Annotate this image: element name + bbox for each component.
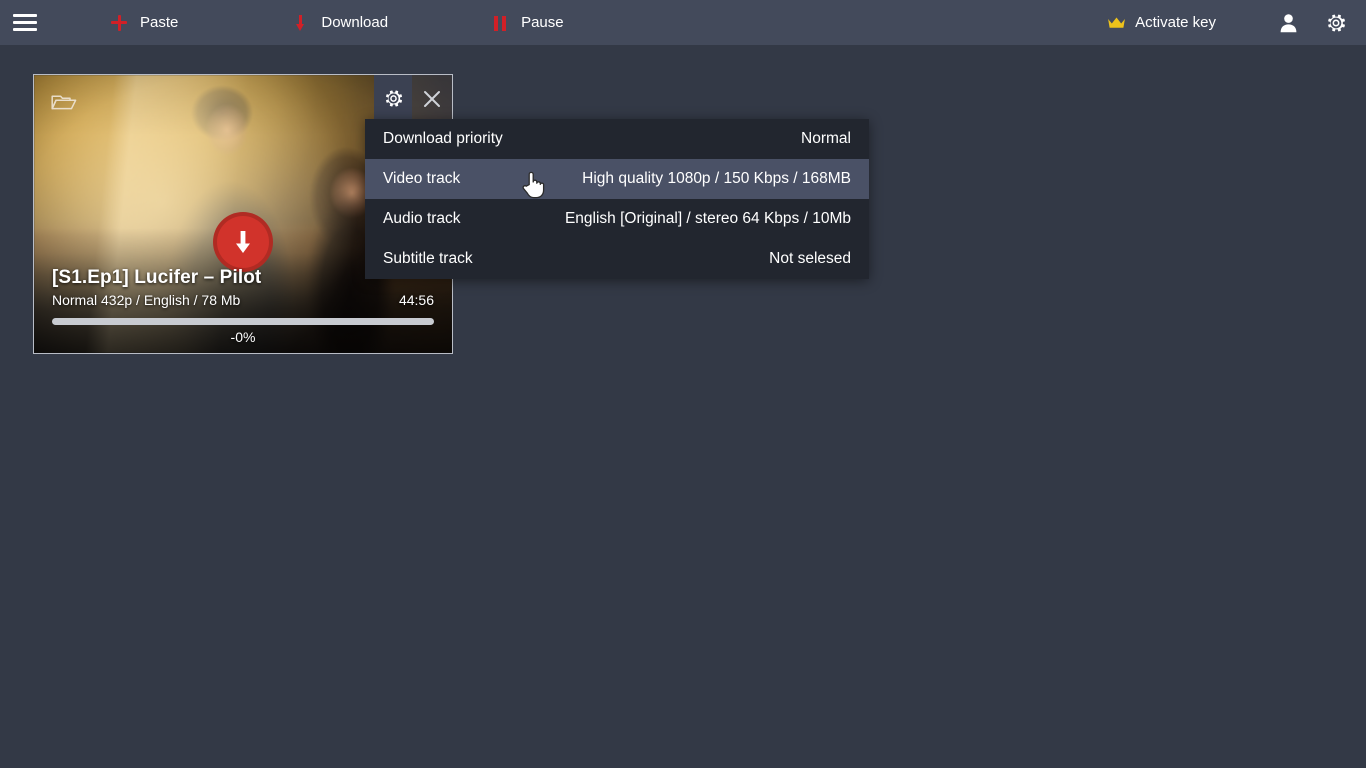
download-arrow-icon [236, 231, 250, 253]
plus-icon [109, 13, 129, 33]
menu-item-label: Download priority [383, 130, 503, 147]
account-button[interactable] [1264, 0, 1312, 45]
card-settings-button[interactable] [374, 75, 412, 122]
hamburger-menu-icon[interactable] [13, 14, 37, 31]
paste-button[interactable]: Paste [95, 0, 192, 45]
card-close-button[interactable] [412, 75, 452, 122]
video-meta-row: Normal 432p / English / 78 Mb 44:56 [52, 292, 434, 308]
settings-button[interactable] [1312, 0, 1360, 45]
download-progress-bar[interactable] [52, 318, 434, 325]
pause-button-label: Pause [521, 14, 564, 31]
download-button[interactable]: Download [276, 0, 402, 45]
download-button-label: Download [321, 14, 389, 31]
download-progress-label: -0% [230, 329, 256, 345]
menu-item-subtitle-track[interactable]: Subtitle track Not selesed [365, 239, 869, 279]
card-tool-buttons [374, 75, 452, 122]
menu-item-value: High quality 1080p / 150 Kbps / 168MB [582, 170, 851, 187]
hamburger-bar [13, 21, 37, 24]
open-folder-icon[interactable] [51, 92, 77, 112]
start-download-button[interactable] [213, 212, 273, 272]
menu-item-label: Video track [383, 170, 461, 187]
video-quality-meta: Normal 432p / English / 78 Mb [52, 292, 241, 308]
pause-icon [490, 13, 510, 33]
crown-icon [1108, 16, 1126, 28]
close-icon [424, 90, 440, 107]
menu-item-video-track[interactable]: Video track High quality 1080p / 150 Kbp… [365, 159, 869, 199]
menu-item-value: Normal [801, 130, 851, 147]
user-icon [1280, 13, 1296, 32]
top-toolbar: Paste Download Pause Activate key [0, 0, 1366, 45]
menu-item-audio-track[interactable]: Audio track English [Original] / stereo … [365, 199, 869, 239]
track-settings-menu: Download priority Normal Video track Hig… [365, 119, 869, 279]
activate-key-label: Activate key [1135, 14, 1216, 31]
download-arrow-icon [290, 13, 310, 33]
gear-icon [1328, 14, 1345, 31]
activate-key-button[interactable]: Activate key [1093, 0, 1230, 45]
menu-item-download-priority[interactable]: Download priority Normal [365, 119, 869, 159]
hamburger-bar [13, 28, 37, 31]
menu-item-label: Subtitle track [383, 250, 473, 267]
video-duration: 44:56 [398, 292, 434, 308]
menu-item-value: Not selesed [769, 250, 851, 267]
gear-icon [385, 90, 402, 107]
paste-button-label: Paste [140, 14, 179, 31]
hamburger-bar [13, 14, 37, 17]
pause-button[interactable]: Pause [476, 0, 578, 45]
menu-item-value: English [Original] / stereo 64 Kbps / 10… [564, 210, 851, 227]
menu-item-label: Audio track [383, 210, 461, 227]
card-info: [S1.Ep1] Lucifer – Pilot Normal 432p / E… [34, 267, 452, 353]
